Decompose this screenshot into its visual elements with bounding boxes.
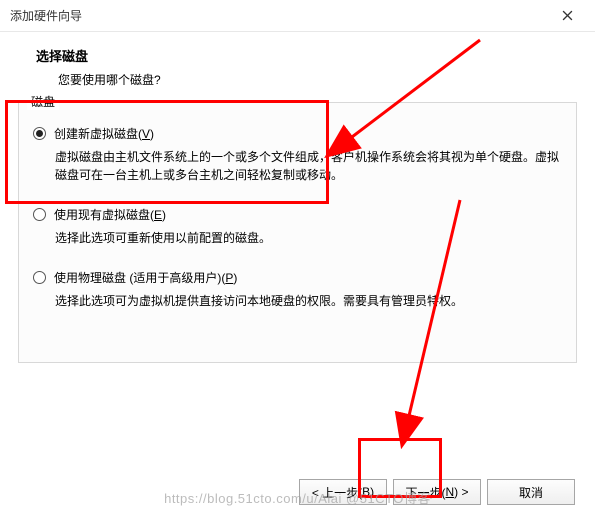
option-label: 创建新虚拟磁盘(V) [54,125,154,142]
disk-groupbox: 磁盘 创建新虚拟磁盘(V) 虚拟磁盘由主机文件系统上的一个或多个文件组成，客户机… [18,102,577,363]
window-title: 添加硬件向导 [10,7,82,24]
option-create-new-disk[interactable]: 创建新虚拟磁盘(V) 虚拟磁盘由主机文件系统上的一个或多个文件组成，客户机操作系… [33,125,566,184]
titlebar: 添加硬件向导 [0,0,595,32]
option-use-physical-disk[interactable]: 使用物理磁盘 (适用于高级用户)(P) 选择此选项可为虚拟机提供直接访问本地硬盘… [33,269,566,310]
radio-icon [33,271,46,284]
page-title: 选择磁盘 [36,46,583,65]
wizard-header: 选择磁盘 您要使用哪个磁盘? [0,32,595,100]
option-desc: 虚拟磁盘由主机文件系统上的一个或多个文件组成，客户机操作系统会将其视为单个硬盘。… [33,148,566,184]
back-button[interactable]: < 上一步(B) [299,479,387,505]
close-button[interactable] [547,2,587,30]
option-head: 使用物理磁盘 (适用于高级用户)(P) [33,269,566,286]
cancel-button[interactable]: 取消 [487,479,575,505]
group-label: 磁盘 [27,94,59,110]
option-label: 使用物理磁盘 (适用于高级用户)(P) [54,269,237,286]
wizard-footer: < 上一步(B) 下一步(N) > 取消 [299,479,575,505]
page-subtitle: 您要使用哪个磁盘? [36,71,583,88]
option-desc: 选择此选项可为虚拟机提供直接访问本地硬盘的权限。需要具有管理员特权。 [33,292,566,310]
disk-options: 创建新虚拟磁盘(V) 虚拟磁盘由主机文件系统上的一个或多个文件组成，客户机操作系… [21,105,574,310]
option-head: 创建新虚拟磁盘(V) [33,125,566,142]
option-label: 使用现有虚拟磁盘(E) [54,206,166,223]
option-head: 使用现有虚拟磁盘(E) [33,206,566,223]
option-desc: 选择此选项可重新使用以前配置的磁盘。 [33,229,566,247]
radio-icon [33,127,46,140]
close-icon [562,10,573,21]
radio-icon [33,208,46,221]
option-use-existing-disk[interactable]: 使用现有虚拟磁盘(E) 选择此选项可重新使用以前配置的磁盘。 [33,206,566,247]
next-button[interactable]: 下一步(N) > [393,479,481,505]
